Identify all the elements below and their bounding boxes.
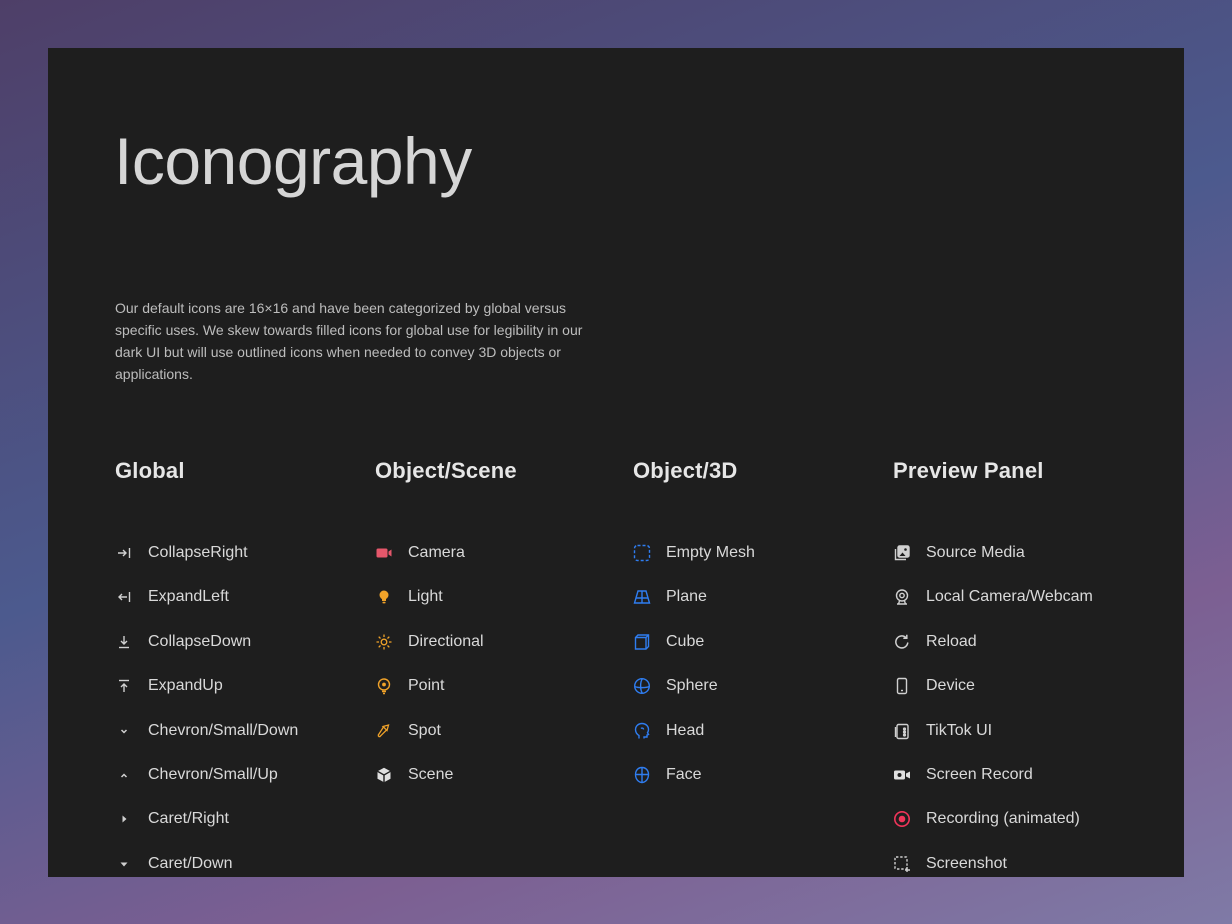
list-item: Caret/Down bbox=[115, 855, 298, 877]
list-item: Point bbox=[375, 677, 484, 721]
list-item: Device bbox=[893, 677, 1093, 721]
item-label: Empty Mesh bbox=[666, 544, 755, 561]
list-item: TikTok UI bbox=[893, 722, 1093, 766]
item-label: Device bbox=[926, 677, 975, 695]
item-label: Screenshot bbox=[926, 854, 1007, 872]
collapse-right-icon bbox=[115, 544, 133, 562]
device-icon bbox=[893, 677, 911, 695]
caret-right-icon bbox=[115, 810, 133, 828]
list-item: Recording (animated) bbox=[893, 810, 1093, 854]
expand-up-icon bbox=[115, 677, 133, 695]
item-label: Cube bbox=[666, 632, 705, 650]
column-global: Global CollapseRight ExpandLeft Collapse… bbox=[115, 458, 298, 872]
list-item: Cube bbox=[633, 633, 755, 677]
point-light-icon bbox=[375, 677, 393, 695]
item-label: Head bbox=[666, 721, 705, 739]
screen-record-icon bbox=[893, 766, 911, 784]
head-icon bbox=[633, 722, 651, 740]
item-label: Recording (animated) bbox=[926, 810, 1080, 828]
item-label: ExpandLeft bbox=[148, 588, 229, 606]
light-bulb-icon bbox=[375, 588, 393, 606]
item-label: ExpandUp bbox=[148, 677, 223, 695]
item-label: Directional bbox=[408, 632, 484, 650]
spot-light-icon bbox=[375, 722, 393, 740]
list-item: Screen Record bbox=[893, 766, 1093, 810]
list-item: ExpandUp bbox=[115, 677, 298, 721]
list-item: Chevron/Small/Up bbox=[115, 766, 298, 810]
list-item: Spot bbox=[375, 722, 484, 766]
column-heading: Global bbox=[115, 458, 185, 483]
list-item: Caret/Right bbox=[115, 810, 298, 854]
item-label: Screen Record bbox=[926, 765, 1033, 783]
reload-icon bbox=[893, 633, 911, 651]
list-item: Face bbox=[633, 766, 755, 810]
item-label: CollapseDown bbox=[148, 632, 252, 650]
item-label: CollapseRight bbox=[148, 544, 248, 561]
column-heading: Object/3D bbox=[633, 458, 738, 483]
list-item: Source Media bbox=[893, 544, 1093, 588]
list-item: Light bbox=[375, 588, 484, 632]
iconography-panel: Iconography Our default icons are 16×16 … bbox=[48, 48, 1184, 877]
list-item: Head bbox=[633, 722, 755, 766]
caret-down-icon bbox=[115, 855, 133, 873]
column-heading: Preview Panel bbox=[893, 458, 1044, 483]
sphere-icon bbox=[633, 677, 651, 695]
item-label: Caret/Right bbox=[148, 810, 229, 828]
list-item: Reload bbox=[893, 633, 1093, 677]
item-label: Sphere bbox=[666, 677, 718, 695]
item-label: Caret/Down bbox=[148, 854, 233, 872]
item-label: Plane bbox=[666, 588, 707, 606]
list-item: Screenshot bbox=[893, 855, 1093, 877]
item-label: Spot bbox=[408, 721, 441, 739]
screenshot-icon bbox=[893, 855, 911, 873]
webcam-icon bbox=[893, 588, 911, 606]
column-preview-panel: Preview Panel Source Media Local Camera/… bbox=[893, 458, 1093, 872]
list-item: Empty Mesh bbox=[633, 544, 755, 588]
list-item: CollapseRight bbox=[115, 544, 298, 588]
item-label: Light bbox=[408, 588, 443, 606]
empty-mesh-icon bbox=[633, 544, 651, 562]
list-item: Camera bbox=[375, 544, 484, 588]
plane-icon bbox=[633, 588, 651, 606]
list-item: Plane bbox=[633, 588, 755, 632]
list-item: Sphere bbox=[633, 677, 755, 721]
list-item: Directional bbox=[375, 633, 484, 677]
chevron-small-up-icon bbox=[115, 766, 133, 784]
item-label: Scene bbox=[408, 765, 454, 783]
list-item: ExpandLeft bbox=[115, 588, 298, 632]
item-label: Chevron/Small/Down bbox=[148, 721, 299, 739]
expand-left-icon bbox=[115, 588, 133, 606]
item-label: Point bbox=[408, 677, 445, 695]
list-item: Chevron/Small/Down bbox=[115, 722, 298, 766]
list-item: Scene bbox=[375, 766, 484, 810]
camera-icon bbox=[375, 544, 393, 562]
cube-icon bbox=[633, 633, 651, 651]
item-label: Camera bbox=[408, 544, 465, 561]
item-label: Chevron/Small/Up bbox=[148, 765, 278, 783]
list-item: CollapseDown bbox=[115, 633, 298, 677]
collapse-down-icon bbox=[115, 633, 133, 651]
face-icon bbox=[633, 766, 651, 784]
directional-light-icon bbox=[375, 633, 393, 651]
source-media-icon bbox=[893, 544, 911, 562]
item-label: Local Camera/Webcam bbox=[926, 588, 1093, 606]
chevron-small-down-icon bbox=[115, 722, 133, 740]
list-item: Local Camera/Webcam bbox=[893, 588, 1093, 632]
page-title: Iconography bbox=[114, 124, 472, 198]
page-description: Our default icons are 16×16 and have bee… bbox=[115, 300, 583, 382]
item-label: Source Media bbox=[926, 544, 1025, 561]
column-object-scene: Object/Scene Camera Light Directional Po… bbox=[375, 458, 517, 783]
item-label: Reload bbox=[926, 632, 977, 650]
item-label: TikTok UI bbox=[926, 721, 993, 739]
recording-icon bbox=[893, 810, 911, 828]
item-label: Face bbox=[666, 765, 702, 783]
tiktok-ui-icon bbox=[893, 722, 911, 740]
column-heading: Object/Scene bbox=[375, 458, 517, 483]
scene-icon bbox=[375, 766, 393, 784]
column-object-3d: Object/3D Empty Mesh Plane Cube Sphere H… bbox=[633, 458, 755, 784]
